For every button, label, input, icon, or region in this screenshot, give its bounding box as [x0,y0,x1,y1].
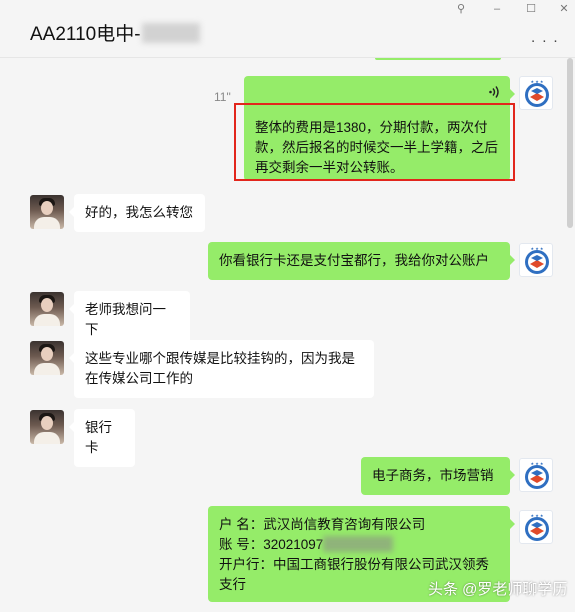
account-name-line: 户 名：武汉尚信教育咨询有限公司 [219,517,426,532]
message-text: 好的，我怎么转您 [85,205,193,220]
message-bubble[interactable]: 好的，我怎么转您 [69,194,205,232]
contact-avatar[interactable] [30,292,64,326]
account-number-line: 账 号：32021097 [219,535,499,555]
school-logo-icon: ★ ★ ★ [525,461,549,489]
svg-text:★ ★ ★: ★ ★ ★ [531,246,544,251]
message-text: 你看银行卡还是支付宝都行，我给你对公账户 [219,253,489,268]
school-logo-icon: ★ ★ ★ [525,246,549,274]
redacted-name-blur [141,23,200,43]
scrollbar[interactable] [567,58,573,228]
account-number-text: 账 号：32021097 [219,537,324,552]
previous-message-edge [375,58,501,60]
chat-area[interactable]: 11" 整体的费用是1380，分期付款，两次付款，然后报名的时候交一半上学籍，之… [0,58,575,612]
svg-text:★ ★ ★: ★ ★ ★ [531,79,544,84]
svg-text:★ ★ ★: ★ ★ ★ [531,513,544,518]
school-avatar[interactable]: ★ ★ ★ [519,243,553,277]
school-avatar[interactable]: ★ ★ ★ [519,76,553,110]
message-text: 老师我想问一下 [85,302,166,337]
chat-title: AA2110电中- [30,19,200,46]
contact-avatar[interactable] [30,195,64,229]
chat-title-text: AA2110电中- [30,24,141,45]
more-options-icon[interactable]: · · · [531,32,559,49]
message-bubble[interactable]: 你看银行卡还是支付宝都行，我给你对公账户 [208,242,515,280]
message-bubble[interactable]: 银行卡 [69,409,135,467]
school-avatar[interactable]: ★ ★ ★ [519,458,553,492]
school-logo-icon: ★ ★ ★ [525,79,549,107]
maximize-icon[interactable]: ☐ [521,2,541,16]
title-bar: AA2110电中- ⚲ – ☐ ✕ · · · [0,0,575,58]
message-text: 这些专业哪个跟传媒是比较挂钩的，因为我是在传媒公司工作的 [85,351,355,386]
voice-wave-icon [488,85,500,105]
contact-avatar[interactable] [30,341,64,375]
message-bubble[interactable]: 这些专业哪个跟传媒是比较挂钩的，因为我是在传媒公司工作的 [69,340,374,398]
minimize-icon[interactable]: – [487,2,507,16]
message-text: 银行卡 [85,420,112,455]
pin-icon[interactable]: ⚲ [451,2,471,16]
voice-duration: 11" [214,90,231,104]
message-bubble[interactable]: 电子商务，市场营销 [361,457,515,495]
redacted-account-blur [323,536,394,552]
school-logo-icon: ★ ★ ★ [525,513,549,541]
contact-avatar[interactable] [30,410,64,444]
svg-text:★ ★ ★: ★ ★ ★ [531,461,544,466]
message-text: 电子商务，市场营销 [372,468,494,483]
highlight-box [234,103,515,181]
close-icon[interactable]: ✕ [554,2,574,16]
school-avatar[interactable]: ★ ★ ★ [519,510,553,544]
watermark: 头条 @罗老师聊学历 [428,581,568,598]
